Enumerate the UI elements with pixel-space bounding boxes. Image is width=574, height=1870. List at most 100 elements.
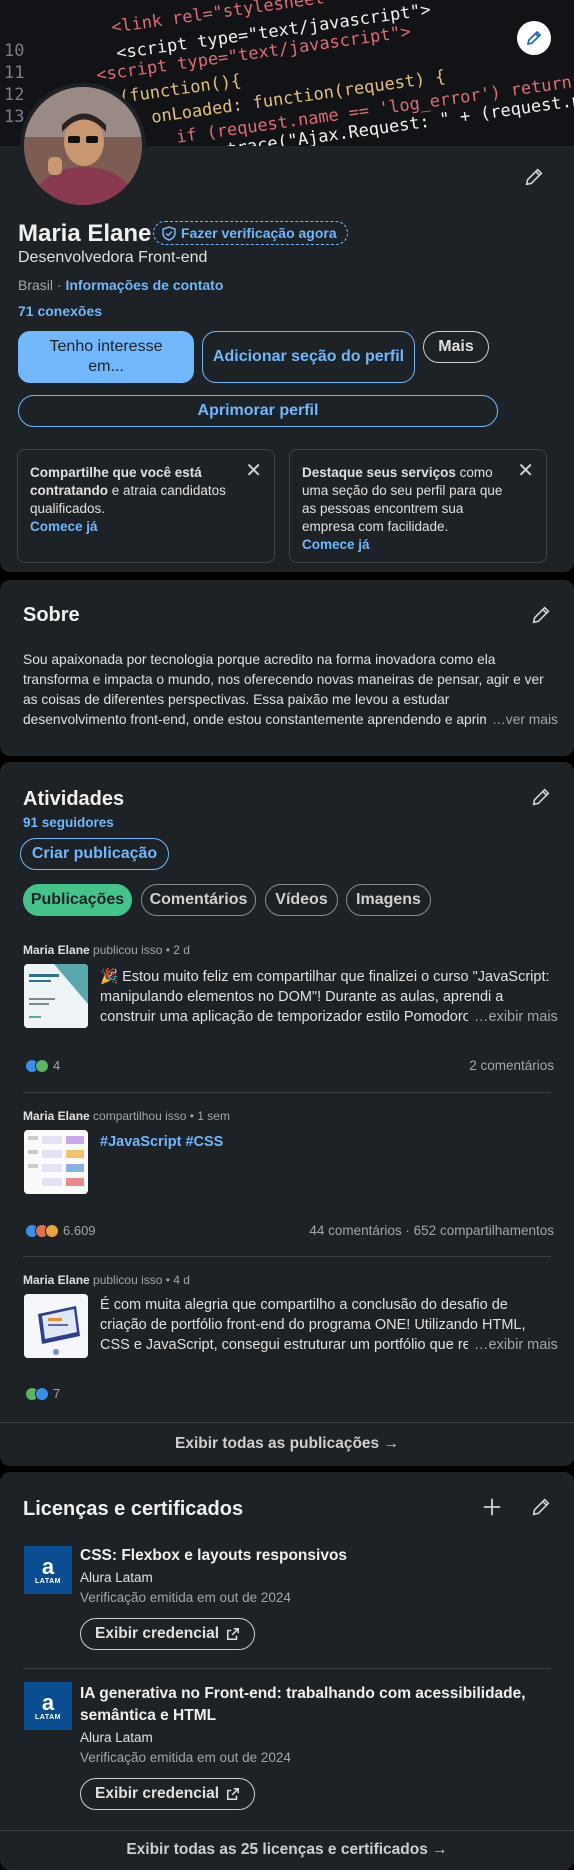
cert-title[interactable]: IA generativa no Front-end: trabalhando … xyxy=(80,1683,550,1727)
banner-line-numbers: 10 11 12 13 xyxy=(4,40,24,128)
verify-badge-button[interactable]: Fazer verificação agora xyxy=(153,221,348,245)
see-more-link[interactable]: …exibir mais xyxy=(468,1007,558,1027)
location-separator: · xyxy=(53,277,66,293)
reaction-count: 4 xyxy=(53,1058,61,1073)
add-profile-section-button[interactable]: Adicionar seção do perfil xyxy=(202,331,415,383)
about-card: Sobre Sou apaixonada por tecnologia porq… xyxy=(0,580,574,756)
post-action: compartilhou isso • 1 sem xyxy=(89,1109,230,1123)
shield-check-icon xyxy=(162,225,176,241)
code-snippet-thumbnail xyxy=(24,1130,88,1194)
post-action: publicou isso • 2 d xyxy=(89,943,190,957)
suggestion-card-hiring: Compartilhe que você está contratando e … xyxy=(17,449,275,563)
post-author: Maria Elane xyxy=(23,943,90,957)
button-label: Exibir credencial xyxy=(95,1785,220,1802)
enhance-profile-button[interactable]: Aprimorar perfil xyxy=(18,395,498,427)
suggestion-cta-link[interactable]: Comece já xyxy=(30,519,98,534)
tab-posts[interactable]: Publicações xyxy=(23,884,132,916)
line-number: 12 xyxy=(4,85,25,105)
create-post-button[interactable]: Criar publicação xyxy=(20,838,169,870)
logo-letter: a xyxy=(41,1689,55,1715)
divider xyxy=(23,1668,551,1669)
connections-link[interactable]: 71 conexões xyxy=(18,303,102,319)
suggestion-cta-link[interactable]: Comece já xyxy=(302,537,370,552)
avatar[interactable] xyxy=(20,83,146,209)
pencil-icon xyxy=(532,606,550,624)
edit-intro-button[interactable] xyxy=(519,162,549,192)
show-credential-button[interactable]: Exibir credencial xyxy=(80,1618,256,1650)
edit-about-button[interactable] xyxy=(526,600,556,630)
celebrate-icon xyxy=(35,1058,49,1073)
post-action: publicou isso • 4 d xyxy=(89,1273,190,1287)
tab-videos[interactable]: Vídeos xyxy=(265,884,338,916)
see-more-link[interactable]: …ver mais xyxy=(486,710,558,730)
certificate-thumbnail xyxy=(24,964,88,1028)
suggestion-card-services: Destaque seus serviços como uma seção do… xyxy=(289,449,547,563)
contact-info-link[interactable]: Informações de contato xyxy=(65,277,223,293)
edit-activity-button[interactable] xyxy=(526,782,556,812)
post-meta: Maria Elane compartilhou isso • 1 sem xyxy=(23,1109,230,1123)
location-row: Brasil · Informações de contato xyxy=(18,277,223,293)
post-stats[interactable]: 44 comentários · 652 compartilhamentos xyxy=(309,1223,554,1238)
post-meta: Maria Elane publicou isso • 2 d xyxy=(23,943,190,957)
insightful-icon xyxy=(45,1223,59,1238)
about-text: Sou apaixonada por tecnologia porque acr… xyxy=(23,652,544,727)
reaction-count: 6.609 xyxy=(63,1223,96,1238)
pencil-icon xyxy=(532,1498,550,1516)
see-more-link[interactable]: …exibir mais xyxy=(468,1335,558,1355)
pencil-icon xyxy=(526,30,542,46)
line-number: 11 xyxy=(4,63,25,83)
pencil-icon xyxy=(532,788,550,806)
close-icon[interactable]: ✕ xyxy=(517,461,534,481)
plus-icon xyxy=(483,1498,501,1516)
cert-date: Verificação emitida em out de 2024 xyxy=(80,1590,291,1605)
profile-headline: Desenvolvedora Front-end xyxy=(18,249,208,266)
section-title: Atividades xyxy=(23,788,125,810)
portfolio-thumbnail xyxy=(24,1294,88,1358)
cert-issuer: Alura Latam xyxy=(80,1730,153,1745)
like-icon xyxy=(35,1386,49,1401)
followers-link[interactable]: 91 seguidores xyxy=(23,815,114,830)
location-text: Brasil xyxy=(18,277,54,293)
more-button[interactable]: Mais xyxy=(423,331,489,363)
cert-date: Verificação emitida em out de 2024 xyxy=(80,1750,291,1765)
divider xyxy=(23,1092,551,1093)
post-thumbnail[interactable] xyxy=(24,964,88,1028)
post-hashtags[interactable]: #JavaScript #CSS xyxy=(100,1132,552,1152)
post-reactions[interactable]: 4 xyxy=(25,1058,60,1073)
divider xyxy=(23,1256,551,1257)
post-meta: Maria Elane publicou isso • 4 d xyxy=(23,1273,190,1287)
post-reactions[interactable]: 7 xyxy=(25,1386,60,1401)
licenses-card: Licenças e certificados a LATAM CSS: Fle… xyxy=(0,1472,574,1870)
avatar-photo xyxy=(24,87,142,205)
logo-text: LATAM xyxy=(35,1713,61,1721)
alura-logo[interactable]: a LATAM xyxy=(24,1682,72,1730)
post-thumbnail[interactable] xyxy=(24,1130,88,1194)
post-stats[interactable]: 2 comentários xyxy=(469,1058,554,1073)
edit-banner-button[interactable] xyxy=(517,21,551,55)
section-title: Licenças e certificados xyxy=(23,1498,244,1520)
post-author: Maria Elane xyxy=(23,1273,90,1287)
post-reactions[interactable]: 6.609 xyxy=(25,1223,96,1238)
close-icon[interactable]: ✕ xyxy=(245,461,262,481)
add-license-button[interactable] xyxy=(477,1492,507,1522)
post-thumbnail[interactable] xyxy=(24,1294,88,1358)
show-all-licenses-link[interactable]: Exibir todas as 25 licenças e certificad… xyxy=(0,1830,574,1870)
post-author: Maria Elane xyxy=(23,1109,90,1123)
show-all-posts-link[interactable]: Exibir todas as publicações → xyxy=(0,1422,574,1466)
pencil-icon xyxy=(525,168,543,186)
logo-text: LATAM xyxy=(35,1577,61,1585)
profile-card: <link rel="stylesheet" src="http:// <scr… xyxy=(0,0,574,572)
alura-logo[interactable]: a LATAM xyxy=(24,1546,72,1594)
open-to-button[interactable]: Tenho interesse em... xyxy=(18,331,194,383)
external-link-icon xyxy=(227,1628,240,1640)
tab-comments[interactable]: Comentários xyxy=(141,884,256,916)
reaction-count: 7 xyxy=(53,1386,61,1401)
section-title: Sobre xyxy=(23,604,80,626)
tab-images[interactable]: Imagens xyxy=(346,884,431,916)
line-number: 13 xyxy=(4,107,25,127)
edit-licenses-button[interactable] xyxy=(526,1492,556,1522)
suggestion-bold: Destaque seus serviços xyxy=(302,465,456,480)
line-number: 10 xyxy=(4,41,25,61)
cert-title[interactable]: CSS: Flexbox e layouts responsivos xyxy=(80,1547,347,1565)
show-credential-button[interactable]: Exibir credencial xyxy=(80,1778,256,1810)
